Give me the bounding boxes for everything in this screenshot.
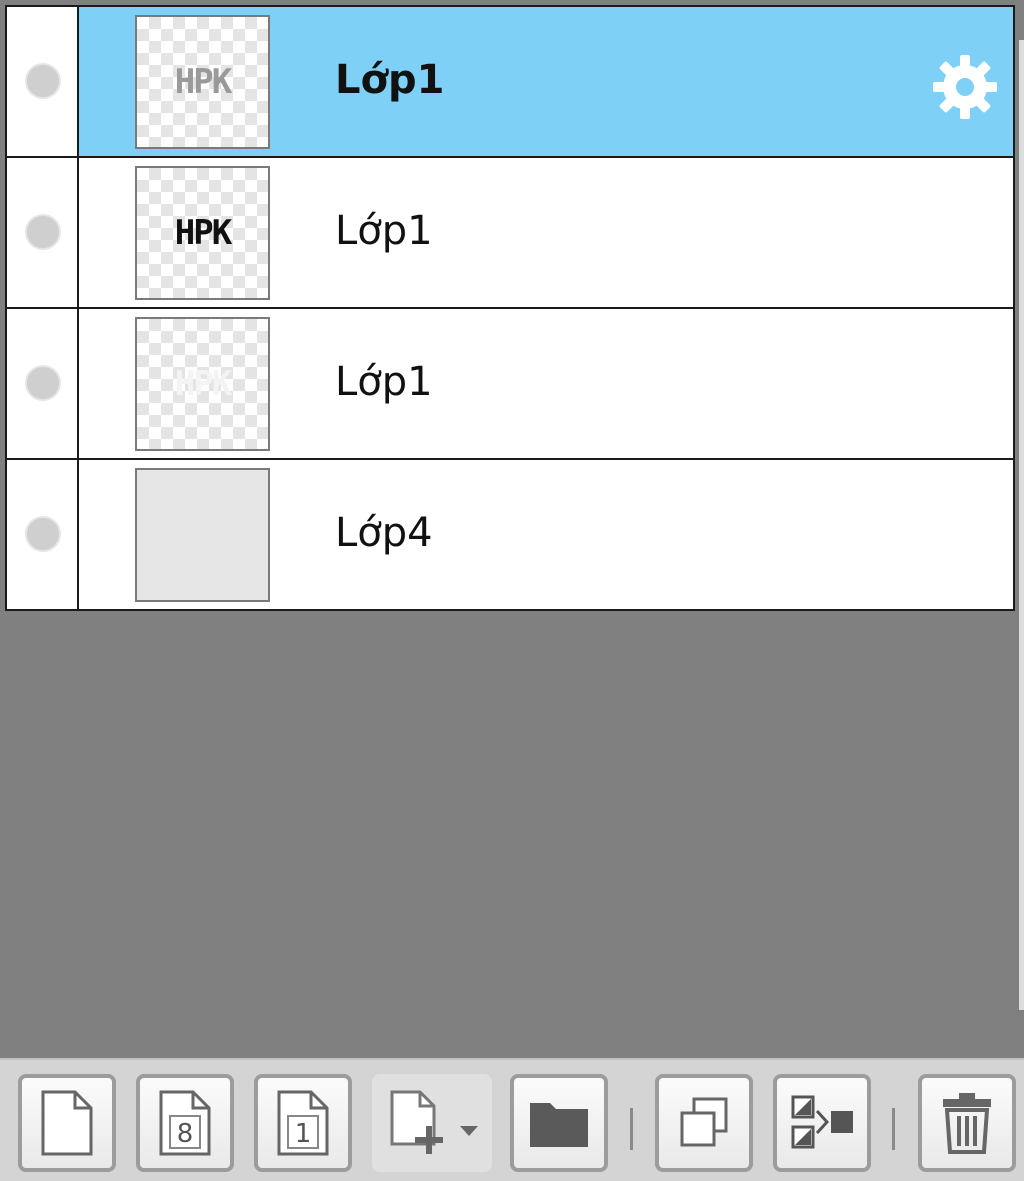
- thumbnail-text: HPK: [174, 62, 232, 102]
- delete-layer-button[interactable]: [918, 1074, 1016, 1172]
- layer-thumbnail: HPK: [135, 317, 270, 451]
- merge-icon: [791, 1095, 853, 1149]
- layer-thumbnail: [135, 468, 270, 602]
- layer-row-3[interactable]: HPK Lớp1: [5, 307, 1015, 458]
- visibility-cell[interactable]: [7, 7, 79, 156]
- new-1bit-layer-button[interactable]: 1: [254, 1074, 352, 1172]
- duplicate-layer-button[interactable]: [655, 1074, 753, 1172]
- toolbar-separator: [630, 1108, 633, 1150]
- layer-row-1[interactable]: HPK Lớp1: [5, 5, 1015, 156]
- new-8bit-layer-button[interactable]: 8: [136, 1074, 234, 1172]
- layer-name: Lớp1: [335, 208, 433, 254]
- folder-icon: [530, 1103, 588, 1147]
- visibility-dot-icon[interactable]: [25, 63, 61, 99]
- layer-toolbar: 8 1: [0, 1058, 1024, 1181]
- page-8-icon: 8: [159, 1090, 211, 1156]
- layer-row-2[interactable]: HPK Lớp1: [5, 156, 1015, 307]
- layer-name: Lớp1: [335, 359, 433, 405]
- scrollbar[interactable]: [1019, 40, 1024, 1010]
- page-1-label: 1: [295, 1119, 312, 1149]
- layer-row-4[interactable]: Lớp4: [5, 458, 1015, 611]
- layer-name: Lớp1: [335, 57, 445, 103]
- page-8-label: 8: [177, 1119, 194, 1149]
- visibility-dot-icon[interactable]: [25, 516, 61, 552]
- layer-name: Lớp4: [335, 510, 433, 556]
- visibility-dot-icon[interactable]: [25, 214, 61, 250]
- layer-panel: HPK Lớp1 HPK Lớp1 HPK Lớp1 Lớp4 8 1: [0, 0, 1024, 1181]
- visibility-cell[interactable]: [7, 158, 79, 307]
- page-1-icon: 1: [277, 1090, 329, 1156]
- visibility-cell[interactable]: [7, 460, 79, 609]
- page-plus-dropdown-icon: [390, 1090, 478, 1154]
- layer-list: HPK Lớp1 HPK Lớp1 HPK Lớp1 Lớp4: [5, 5, 1015, 611]
- merge-layer-button[interactable]: [773, 1074, 871, 1172]
- duplicate-icon: [680, 1097, 728, 1147]
- thumbnail-text: HPK: [174, 364, 232, 404]
- visibility-dot-icon[interactable]: [25, 365, 61, 401]
- new-folder-button[interactable]: [510, 1074, 608, 1172]
- new-layer-button[interactable]: [18, 1074, 116, 1172]
- thumbnail-text: HPK: [174, 213, 232, 253]
- layer-thumbnail: HPK: [135, 166, 270, 300]
- page-icon: [41, 1090, 93, 1156]
- trash-icon: [943, 1093, 991, 1154]
- toolbar-separator: [892, 1108, 895, 1150]
- layer-thumbnail: HPK: [135, 15, 270, 149]
- new-layer-dropdown-button[interactable]: [372, 1074, 492, 1172]
- gear-icon[interactable]: [929, 51, 1001, 123]
- visibility-cell[interactable]: [7, 309, 79, 458]
